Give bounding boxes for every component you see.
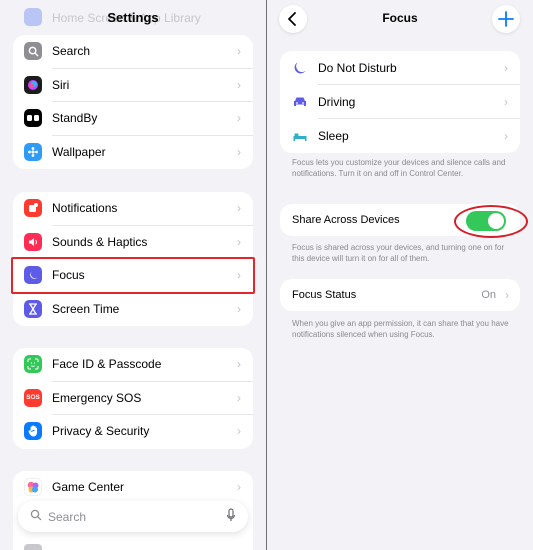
- row-label: Emergency SOS: [52, 390, 142, 405]
- chevron-right-icon: ›: [504, 95, 508, 109]
- settings-pane: Home Screen & App Library Settings Searc…: [0, 0, 266, 550]
- settings-row-privacy[interactable]: Privacy & Security ›: [13, 415, 253, 449]
- share-note: Focus is shared across your devices, and…: [292, 243, 505, 263]
- chevron-right-icon: ›: [505, 288, 509, 302]
- chevron-right-icon: ›: [237, 201, 241, 215]
- chevron-right-icon: ›: [237, 268, 241, 282]
- car-icon: [294, 97, 306, 106]
- row-label: Wallpaper: [52, 144, 106, 159]
- row-label: Driving: [318, 95, 356, 109]
- standby-icon: [24, 109, 42, 127]
- row-label: Search: [52, 44, 91, 58]
- game-center-icon: [24, 478, 42, 496]
- focus-mode-sleep[interactable]: Sleep ›: [280, 119, 520, 153]
- chevron-right-icon: ›: [237, 301, 241, 316]
- focus-modes-note: Focus lets you customize your devices an…: [292, 158, 506, 178]
- settings-row-face-id[interactable]: Face ID & Passcode ›: [13, 348, 253, 382]
- row-label: Screen Time: [52, 301, 120, 316]
- settings-row-search[interactable]: Search ›: [13, 35, 253, 69]
- focus-status-value: On: [481, 289, 496, 301]
- moon-icon: [294, 62, 306, 74]
- moon-icon: [24, 266, 42, 284]
- share-across-devices-row: Share Across Devices: [280, 204, 520, 236]
- settings-group-notifications: Notifications › Sounds & Haptics › Focus…: [13, 192, 253, 326]
- focus-mode-driving[interactable]: Driving ›: [280, 85, 520, 119]
- search-icon: [24, 42, 42, 60]
- row-label: StandBy: [52, 111, 98, 125]
- hourglass-icon: [24, 299, 42, 318]
- settings-nav-bar: Home Screen & App Library Settings: [0, 0, 266, 38]
- settings-row-standby[interactable]: StandBy ›: [13, 102, 253, 136]
- settings-row-emergency-sos[interactable]: SOS Emergency SOS ›: [13, 382, 253, 415]
- settings-row-notifications[interactable]: Notifications ›: [13, 192, 253, 226]
- toggle-knob: [488, 213, 504, 229]
- chevron-right-icon: ›: [237, 390, 241, 405]
- settings-row-siri[interactable]: Siri ›: [13, 69, 253, 102]
- notifications-icon: [24, 199, 42, 217]
- row-label: Game Center: [52, 480, 125, 494]
- settings-row-sounds[interactable]: Sounds & Haptics ›: [13, 226, 253, 259]
- search-icon: [30, 509, 42, 524]
- search-field[interactable]: Search: [18, 501, 248, 532]
- search-placeholder: Search: [48, 510, 87, 524]
- face-id-icon: [24, 355, 42, 373]
- siri-icon: [24, 75, 42, 94]
- row-label: Sounds & Haptics: [52, 234, 148, 249]
- row-label: Notifications: [52, 201, 118, 215]
- speaker-icon: [24, 232, 42, 251]
- row-label: Sleep: [318, 129, 349, 143]
- focus-pane: Focus Do Not Disturb › Driving › Sleep ›…: [267, 0, 533, 550]
- settings-title: Settings: [107, 10, 159, 25]
- add-focus-button[interactable]: [492, 5, 520, 33]
- settings-row-game-center[interactable]: Game Center ›: [13, 471, 253, 505]
- chevron-right-icon: ›: [237, 357, 241, 371]
- row-label: Focus: [52, 268, 85, 282]
- sos-icon: SOS: [24, 388, 42, 407]
- settings-row-wallpaper[interactable]: Wallpaper ›: [13, 136, 253, 170]
- partial-row-icon: [24, 544, 42, 550]
- share-across-devices-toggle[interactable]: [466, 211, 506, 231]
- row-label: Privacy & Security: [52, 424, 150, 438]
- row-label: Face ID & Passcode: [52, 357, 162, 371]
- plus-icon: [498, 11, 514, 27]
- hand-icon: [24, 422, 42, 440]
- chevron-right-icon: ›: [237, 144, 241, 159]
- chevron-right-icon: ›: [237, 44, 241, 58]
- focus-status-label: Focus Status: [292, 289, 357, 301]
- row-label: Siri: [52, 77, 70, 92]
- settings-group-security: Face ID & Passcode › SOS Emergency SOS ›…: [13, 348, 253, 449]
- chevron-right-icon: ›: [237, 111, 241, 125]
- settings-group-general: Search › Siri › StandBy › Wallpaper ›: [13, 35, 253, 169]
- bed-icon: [293, 133, 307, 141]
- chevron-right-icon: ›: [237, 480, 241, 494]
- microphone-icon[interactable]: [226, 508, 236, 524]
- settings-row-screen-time[interactable]: Screen Time ›: [13, 293, 253, 327]
- focus-mode-do-not-disturb[interactable]: Do Not Disturb ›: [280, 51, 520, 85]
- chevron-right-icon: ›: [237, 424, 241, 438]
- chevron-right-icon: ›: [504, 61, 508, 75]
- focus-status-note: When you give an app permission, it can …: [292, 319, 509, 339]
- row-label: Do Not Disturb: [318, 61, 397, 75]
- chevron-right-icon: ›: [504, 129, 508, 143]
- chevron-right-icon: ›: [237, 77, 241, 92]
- settings-row-focus[interactable]: Focus ›: [13, 259, 253, 293]
- share-across-devices-label: Share Across Devices: [292, 214, 400, 226]
- focus-status-row[interactable]: Focus Status On ›: [280, 279, 520, 311]
- wallpaper-icon: [24, 142, 42, 161]
- focus-modes-list: Do Not Disturb › Driving › Sleep ›: [280, 51, 520, 153]
- chevron-right-icon: ›: [237, 234, 241, 249]
